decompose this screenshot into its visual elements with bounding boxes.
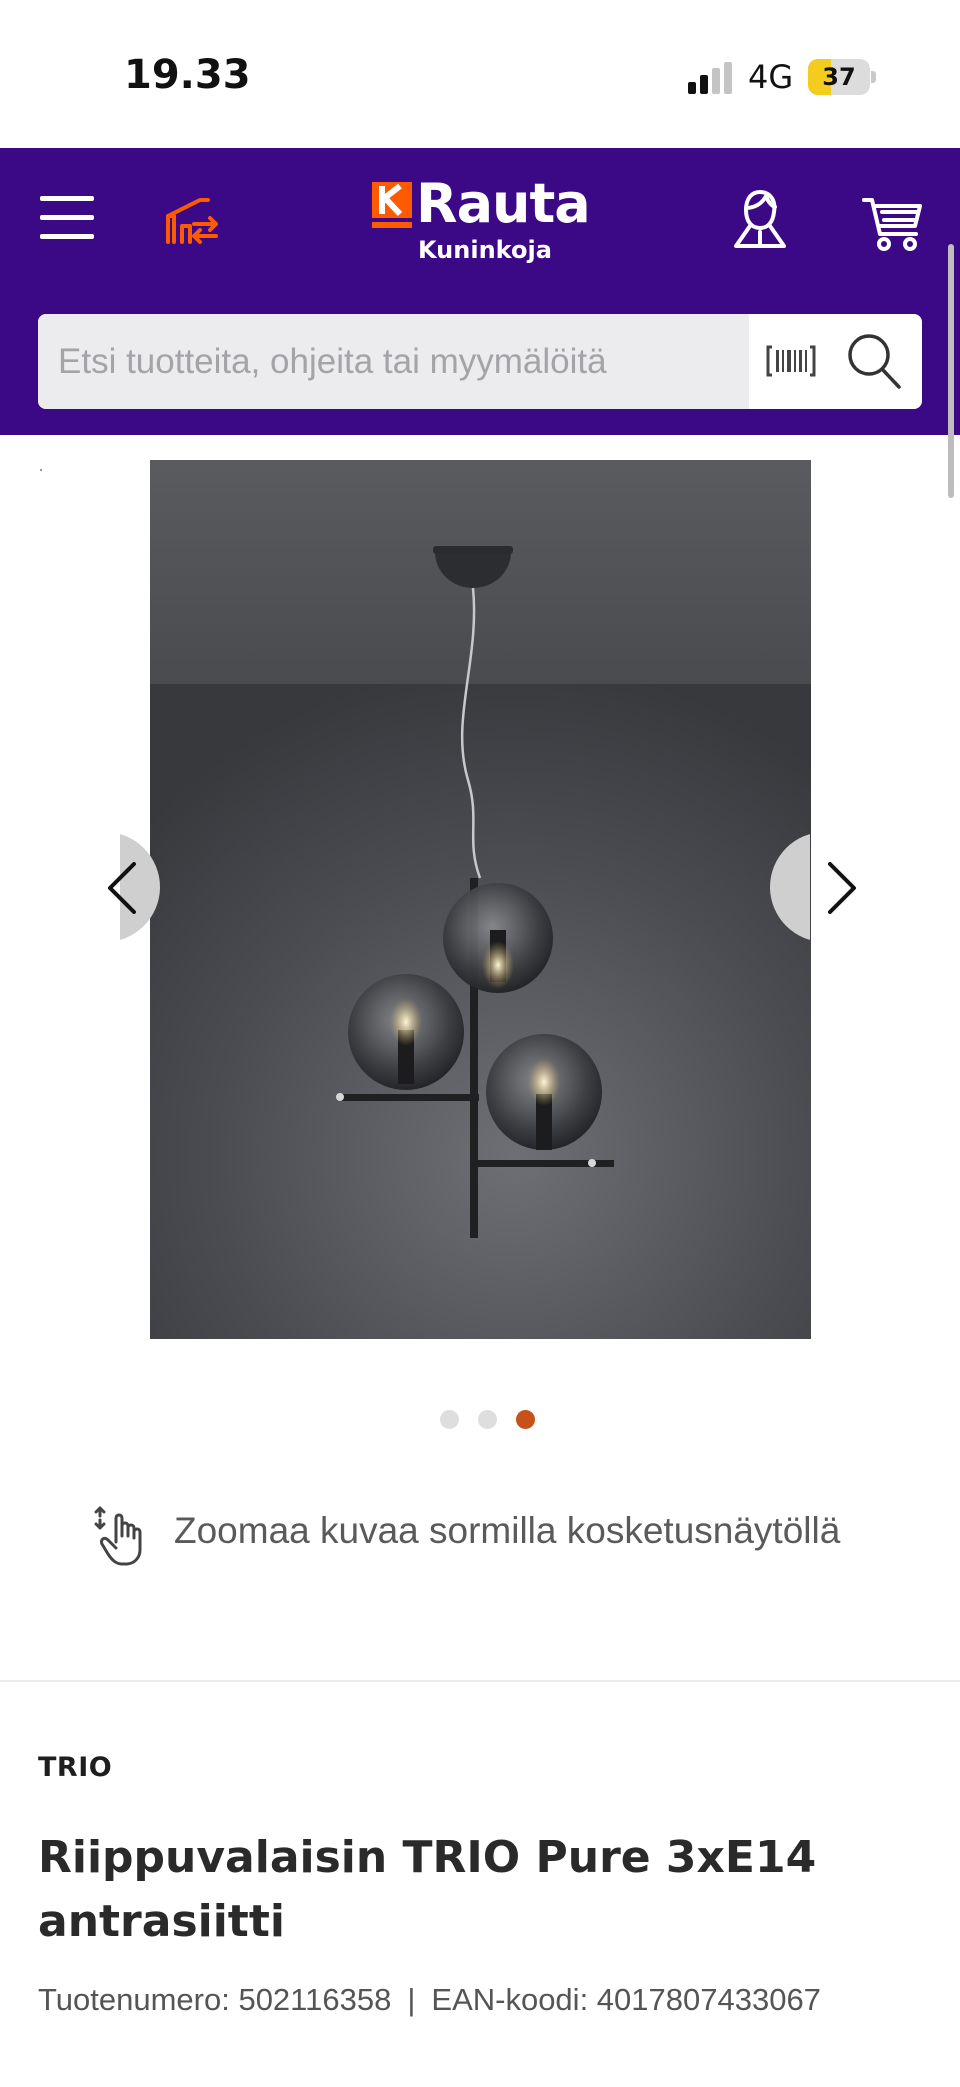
product-brand[interactable]: TRIO	[38, 1752, 112, 1783]
network-type: 4G	[748, 58, 794, 96]
shopping-cart-icon[interactable]	[862, 190, 924, 252]
battery-indicator: 37	[808, 59, 876, 95]
site-header: Rauta Kuninkoja	[0, 148, 960, 435]
logo-brand-text: Rauta	[416, 172, 591, 235]
pinch-zoom-hand-icon	[94, 1506, 142, 1566]
decorative-speck	[40, 469, 42, 471]
carousel-next-button[interactable]	[770, 832, 880, 942]
product-ean: EAN-koodi: 4017807433067	[431, 1982, 821, 2017]
status-bar: 19.33 4G 37	[0, 0, 960, 148]
store-name: Kuninkoja	[418, 236, 552, 264]
k-logo-mark	[372, 182, 412, 228]
user-account-icon[interactable]	[728, 188, 792, 250]
carousel-pagination	[440, 1410, 540, 1430]
cellular-signal-icon	[688, 62, 732, 94]
chevron-right-icon	[828, 862, 856, 914]
product-image[interactable]	[150, 460, 811, 1339]
codes-separator: |	[407, 1982, 416, 2017]
product-title: Riippuvalaisin TRIO Pure 3xE14 antrasiit…	[38, 1832, 817, 1947]
search-input[interactable]	[38, 314, 749, 409]
search-bar	[38, 314, 922, 409]
product-sku: Tuotenumero: 502116358	[38, 1982, 392, 2017]
section-divider	[0, 1680, 960, 1682]
product-codes: Tuotenumero: 502116358 | EAN-koodi: 401780…	[38, 1982, 821, 2018]
carousel-dot[interactable]	[478, 1410, 497, 1429]
zoom-hint: Zoomaa kuvaa sormilla kosketusnäytöllä	[94, 1506, 914, 1566]
carousel-dot[interactable]	[516, 1410, 535, 1429]
hamburger-menu-icon[interactable]	[40, 196, 94, 240]
compare-icon[interactable]	[164, 194, 222, 246]
search-icon[interactable]	[846, 332, 902, 390]
page-scrollbar[interactable]	[948, 244, 954, 498]
status-time: 19.33	[124, 52, 251, 98]
zoom-hint-text: Zoomaa kuvaa sormilla kosketusnäytöllä	[174, 1510, 841, 1551]
barcode-scan-icon[interactable]	[766, 344, 816, 378]
battery-level-text: 37	[822, 63, 856, 91]
carousel-dot[interactable]	[440, 1410, 459, 1429]
k-rauta-logo[interactable]: Rauta Kuninkoja	[372, 172, 592, 268]
carousel-prev-button[interactable]	[80, 832, 190, 942]
chevron-left-icon	[108, 862, 136, 914]
